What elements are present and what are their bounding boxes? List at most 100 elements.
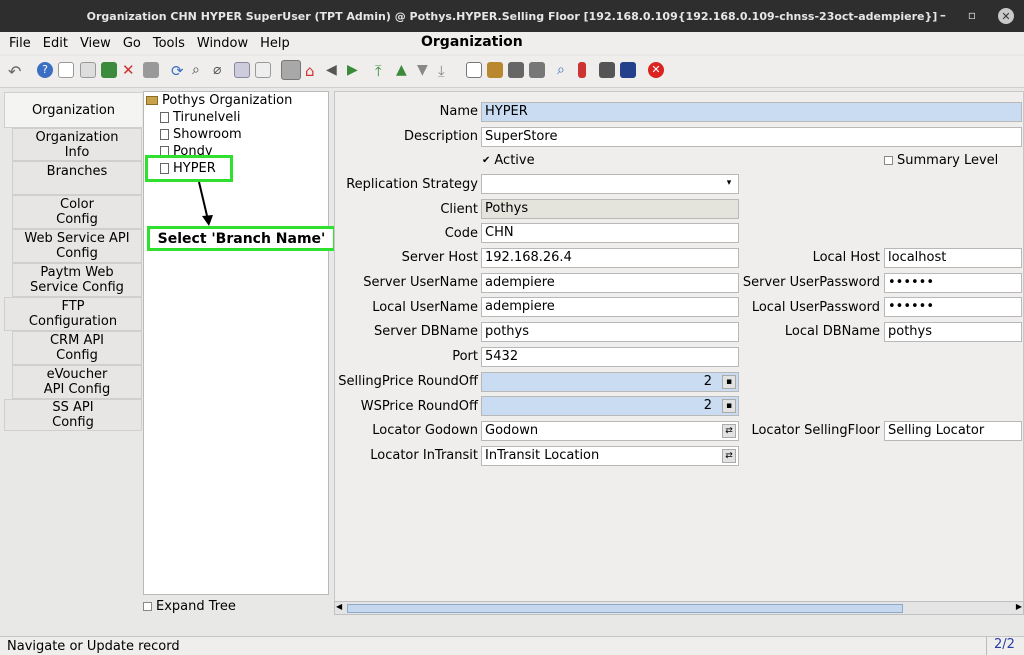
forward-icon[interactable]: ▶ [347,62,363,78]
wsprice-roundoff-value: 2 [703,398,712,413]
save-icon[interactable] [101,62,117,78]
calculator-icon[interactable]: ▪ [722,375,736,389]
tab-ftp-configuration[interactable]: FTP Configuration [4,297,142,331]
close-icon[interactable]: ✕ [998,8,1014,24]
active-label: Active [494,153,535,168]
client-label: Client [440,202,478,217]
menu-go[interactable]: Go [123,36,141,51]
help-icon[interactable]: ? [37,62,53,78]
minimize-icon[interactable]: – [940,8,946,24]
next-record-icon[interactable]: ▼ [417,62,433,78]
back-icon[interactable]: ◀ [326,62,342,78]
calculator-icon[interactable]: ▪ [722,399,736,413]
print-icon[interactable] [529,62,545,78]
tree-node-label: Tirunelveli [173,110,241,125]
tab-color-config[interactable]: Color Config [12,195,142,229]
local-dbname-field[interactable]: pothys [884,322,1022,342]
local-username-field[interactable]: adempiere [481,297,739,317]
print-preview-icon[interactable] [508,62,524,78]
delete-icon[interactable]: ✕ [122,62,138,78]
name-label: Name [439,104,478,119]
scroll-left-icon[interactable]: ◀ [336,602,342,611]
horizontal-scrollbar[interactable]: ◀ ▶ [334,601,1024,615]
product-info-icon[interactable] [599,62,615,78]
menu-file[interactable]: File [9,36,31,51]
undo-icon[interactable]: ↶ [8,62,24,81]
tab-web-service-api-config[interactable]: Web Service API Config [12,229,142,263]
tree-root-label: Pothys Organization [162,93,293,108]
expand-tree-toggle[interactable]: Expand Tree [143,597,329,615]
local-host-field[interactable]: localhost [884,248,1022,268]
request-icon[interactable] [578,62,586,78]
save-disabled-icon[interactable] [143,62,159,78]
tree-root[interactable]: Pothys Organization [146,93,292,108]
copy-record-icon[interactable] [80,62,96,78]
chevron-down-icon[interactable]: ▾ [722,177,736,191]
zoom-across-icon[interactable]: ⌕ [557,62,573,78]
scrollbar-thumb[interactable] [347,604,903,613]
menu-help[interactable]: Help [260,36,290,51]
workflow-icon[interactable] [620,62,636,78]
title-bar: Organization CHN HYPER SuperUser (TPT Ad… [0,0,1024,32]
server-host-label: Server Host [401,250,478,265]
new-record-icon[interactable] [58,62,74,78]
local-password-field[interactable]: •••••• [884,297,1022,317]
menu-tools[interactable]: Tools [153,36,185,51]
find-icon[interactable]: ⌕ [192,62,208,78]
server-host-field[interactable]: 192.168.26.4 [481,248,739,268]
tab-organization[interactable]: Organization [4,92,142,128]
summary-level-label: Summary Level [897,153,999,168]
tab-paytm-web-service-config[interactable]: Paytm Web Service Config [12,263,142,297]
tree-node-showroom[interactable]: Showroom [160,127,242,142]
refresh-icon[interactable]: ⟳ [171,62,187,80]
server-password-field[interactable]: •••••• [884,273,1022,293]
archive-icon[interactable] [487,62,503,78]
wsprice-roundoff-field[interactable]: 2 ▪ [481,396,739,416]
maximize-icon[interactable]: ▫ [968,8,976,24]
chat-icon[interactable] [234,62,250,78]
report-icon[interactable] [466,62,482,78]
description-field[interactable]: SuperStore [481,127,1022,147]
locator-sellingfloor-label: Locator SellingFloor [751,423,880,438]
tab-crm-api-config[interactable]: CRM API Config [12,331,142,365]
page-title: Organization [421,34,523,50]
expand-tree-checkbox[interactable] [143,601,152,611]
menu-edit[interactable]: Edit [43,36,68,51]
first-record-icon[interactable]: ⤒ [375,62,391,80]
previous-record-icon[interactable]: ▲ [396,62,412,78]
window-title-text: Organization CHN HYPER SuperUser (TPT Ad… [86,9,938,23]
sellingprice-roundoff-value: 2 [703,374,712,389]
locator-lookup-icon[interactable]: ⇄ [722,449,736,463]
locator-godown-field[interactable]: Godown ⇄ [481,421,739,441]
tree-node-tirunelveli[interactable]: Tirunelveli [160,110,241,125]
locator-intransit-value: InTransit Location [485,448,600,463]
history-icon[interactable] [281,60,301,80]
replication-strategy-select[interactable]: ▾ [481,174,739,194]
tab-branches[interactable]: Branches [12,161,142,195]
server-username-field[interactable]: adempiere [481,273,739,293]
last-record-icon[interactable]: ⤓ [438,62,454,80]
active-checkbox[interactable]: ✔ Active [482,153,535,168]
summary-level-checkbox[interactable]: Summary Level [884,153,998,168]
locator-intransit-field[interactable]: InTransit Location ⇄ [481,446,739,466]
tab-organization-info[interactable]: Organization Info [12,128,142,161]
code-field[interactable]: CHN [481,223,739,243]
port-field[interactable]: 5432 [481,347,739,367]
locator-lookup-icon[interactable]: ⇄ [722,424,736,438]
tab-ss-api-config[interactable]: SS API Config [4,399,142,431]
server-dbname-field[interactable]: pothys [481,322,739,342]
scroll-right-icon[interactable]: ▶ [1016,602,1022,611]
sellingprice-roundoff-field[interactable]: 2 ▪ [481,372,739,392]
local-dbname-label: Local DBName [784,324,880,339]
tab-evoucher-api-config[interactable]: eVoucher API Config [12,365,142,399]
locator-godown-label: Locator Godown [372,423,478,438]
grid-toggle-icon[interactable] [255,62,271,78]
name-field[interactable]: HYPER [481,102,1022,122]
menu-view[interactable]: View [80,36,111,51]
home-icon[interactable]: ⌂ [305,62,321,80]
exit-icon[interactable]: ✕ [648,62,664,78]
attachment-icon[interactable]: ⌀ [213,62,229,78]
menu-window[interactable]: Window [197,36,248,51]
checkmark-icon: ✔ [482,155,491,166]
locator-sellingfloor-field[interactable]: Selling Locator [884,421,1022,441]
